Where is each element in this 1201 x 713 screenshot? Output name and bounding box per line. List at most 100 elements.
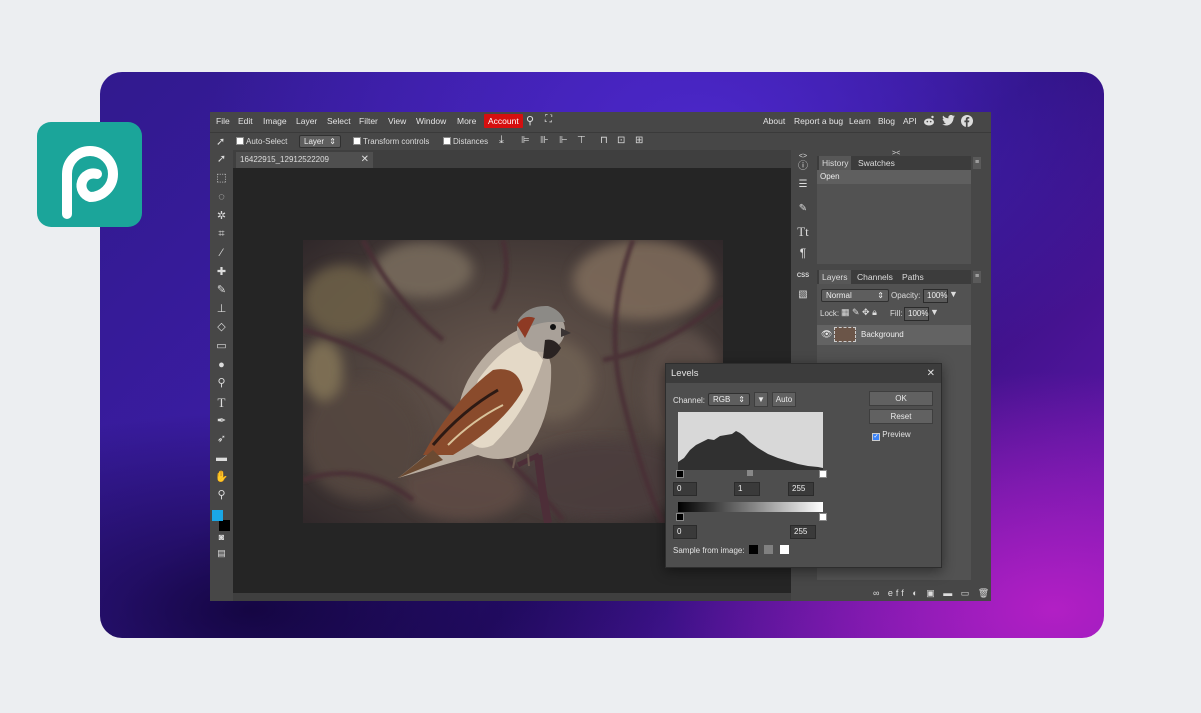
menu-blog[interactable]: Blog	[878, 116, 895, 126]
sparrow-photo[interactable]	[303, 240, 723, 523]
distribute-icon[interactable]: ⊓	[600, 135, 608, 146]
panel-menu-icon[interactable]: ≡	[973, 157, 981, 169]
fill-input[interactable]: 100%	[904, 307, 929, 321]
output-white-field[interactable]: 255	[790, 525, 816, 539]
menu-file[interactable]: File	[216, 116, 230, 126]
account-button[interactable]: Account	[484, 114, 523, 128]
tab-channels[interactable]: Channels	[857, 272, 893, 282]
distances-checkbox[interactable]: Distances	[443, 137, 488, 146]
input-white-field[interactable]: 255	[788, 482, 814, 496]
fill-dropdown-icon[interactable]: ▼	[930, 307, 939, 317]
css-icon[interactable]: CSS	[795, 269, 811, 283]
ok-button[interactable]: OK	[869, 391, 933, 406]
adjustments-icon[interactable]: ☰	[795, 178, 811, 192]
tab-paths[interactable]: Paths	[902, 272, 924, 282]
close-icon[interactable]: ✕	[361, 152, 369, 168]
lock-icons[interactable]: ▦ ✎ ✥ 🔒︎	[841, 307, 877, 318]
foreground-color-swatch[interactable]	[212, 510, 223, 521]
twitter-icon[interactable]	[942, 114, 955, 128]
reset-button[interactable]: Reset	[869, 409, 933, 424]
magic-wand-icon[interactable]: ✲	[213, 209, 230, 224]
menu-about[interactable]: About	[763, 116, 785, 126]
align-right-icon[interactable]: ⊩	[559, 135, 568, 146]
input-gamma-field[interactable]: 1	[734, 482, 760, 496]
input-black-field[interactable]: 0	[673, 482, 697, 496]
gradient-icon[interactable]: ▭	[213, 339, 230, 354]
hand-icon[interactable]: ✋	[213, 470, 230, 485]
checkbox-box[interactable]	[443, 137, 451, 145]
eyedropper-icon[interactable]: ⁄	[213, 246, 230, 261]
layer-action-icons[interactable]: ∞ eff ◐ ▣ ▬ ▭ 🗑︎	[873, 588, 992, 599]
checkbox-checked-icon[interactable]: ✓	[872, 433, 880, 441]
dodge-icon[interactable]: ⚲	[213, 376, 230, 391]
layer-row-background[interactable]: 👁︎ Background	[817, 325, 971, 345]
levels-title-bar[interactable]: Levels ✕	[666, 364, 941, 383]
fullscreen-icon[interactable]: ⛶	[545, 114, 552, 125]
lasso-icon[interactable]: ◌	[213, 190, 230, 205]
pen-icon[interactable]: ✒	[213, 414, 230, 429]
move-icon[interactable]: ➚	[213, 152, 230, 167]
channel-menu-button[interactable]: ▼	[754, 392, 768, 407]
menu-image[interactable]: Image	[263, 116, 287, 126]
tab-swatches[interactable]: Swatches	[858, 158, 895, 168]
blend-mode-dropdown[interactable]: Normal ⇕	[821, 289, 889, 302]
layers-panel-menu-icon[interactable]: ≡	[973, 271, 981, 283]
eraser-icon[interactable]: ◇	[213, 320, 230, 335]
distribute-bottom-icon[interactable]: ⊞	[635, 135, 643, 146]
sample-black-eyedropper[interactable]	[749, 545, 758, 554]
distribute-middle-icon[interactable]: ⊡	[617, 135, 625, 146]
marquee-icon[interactable]: ⬚	[213, 171, 230, 186]
document-tab[interactable]: 16422915_12912522209 ✕	[236, 152, 373, 168]
align-left-icon[interactable]: ⊫	[521, 135, 530, 146]
output-black-slider[interactable]	[676, 513, 684, 521]
input-white-slider[interactable]	[819, 470, 827, 478]
blur-icon[interactable]: ●	[213, 358, 230, 373]
healing-icon[interactable]: ✚	[213, 265, 230, 280]
output-white-slider[interactable]	[819, 513, 827, 521]
menu-edit[interactable]: Edit	[238, 116, 253, 126]
screen-mode-icon[interactable]: ▤	[213, 546, 230, 561]
sample-white-eyedropper[interactable]	[780, 545, 789, 554]
brush-icon[interactable]: ✎	[213, 283, 230, 298]
preview-checkbox[interactable]: ✓ Preview	[872, 430, 911, 441]
stamp-icon[interactable]: ⊥	[213, 302, 230, 317]
menu-select[interactable]: Select	[327, 116, 351, 126]
facebook-icon[interactable]	[961, 115, 973, 129]
zoom-icon[interactable]: ⚲	[213, 488, 230, 503]
channel-dropdown[interactable]: RGB ⇕	[708, 393, 750, 406]
input-black-slider[interactable]	[676, 470, 684, 478]
visibility-eye-icon[interactable]: 👁︎	[821, 329, 832, 340]
layer-select-dropdown[interactable]: Layer ⇕	[299, 135, 341, 148]
auto-button[interactable]: Auto	[772, 392, 796, 407]
paragraph-icon[interactable]: ¶	[795, 246, 811, 260]
reddit-icon[interactable]	[923, 115, 935, 128]
tab-history[interactable]: History	[819, 156, 852, 170]
character-icon[interactable]: Tt	[795, 225, 811, 239]
menu-window[interactable]: Window	[416, 116, 446, 126]
menu-report-bug[interactable]: Report a bug	[794, 116, 843, 126]
opacity-dropdown-icon[interactable]: ▼	[949, 289, 958, 299]
download-icon[interactable]: ⤓	[499, 134, 504, 147]
align-top-icon[interactable]: ⊤	[577, 135, 586, 146]
menu-view[interactable]: View	[388, 116, 406, 126]
shape-icon[interactable]: ▬	[213, 451, 230, 466]
checkbox-box[interactable]	[236, 137, 244, 145]
menu-api[interactable]: API	[903, 116, 917, 126]
tab-layers[interactable]: Layers	[819, 270, 851, 284]
sample-gray-eyedropper[interactable]	[764, 545, 773, 554]
menu-learn[interactable]: Learn	[849, 116, 871, 126]
menu-layer[interactable]: Layer	[296, 116, 317, 126]
search-icon[interactable]: ⚲	[526, 114, 534, 127]
align-center-icon[interactable]: ⊪	[540, 135, 549, 146]
output-black-field[interactable]: 0	[673, 525, 697, 539]
quick-mask-icon[interactable]: ◙	[213, 530, 230, 545]
checkbox-box[interactable]	[353, 137, 361, 145]
transform-controls-checkbox[interactable]: Transform controls	[353, 137, 429, 146]
auto-select-checkbox[interactable]: Auto-Select	[236, 137, 287, 146]
close-icon[interactable]: ✕	[927, 364, 935, 383]
crop-icon[interactable]: ⌗	[213, 227, 230, 242]
brush-settings-icon[interactable]: ✎	[795, 202, 811, 216]
type-icon[interactable]: T	[213, 395, 230, 410]
input-gamma-slider[interactable]	[747, 470, 753, 476]
image-icon[interactable]: ▧	[795, 288, 811, 302]
